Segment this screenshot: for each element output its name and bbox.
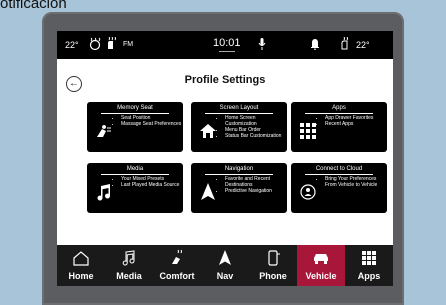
clock: 10:01 <box>213 37 241 49</box>
nav-label: Apps <box>357 271 381 281</box>
music-note-icon <box>122 250 135 266</box>
notification-bell-icon[interactable] <box>310 38 320 52</box>
tile-media[interactable]: Media Your Mixed Presets Last Played Med… <box>87 163 183 213</box>
cloud-profile-icon <box>300 184 316 200</box>
tile-memory-seat[interactable]: Memory Seat Seat Position Massage Seat P… <box>87 102 183 152</box>
tile-connect-cloud[interactable]: Connect to Cloud Bring Your Preferences … <box>291 163 387 213</box>
tile-navigation[interactable]: Navigation Favorite and Recent Destinati… <box>191 163 287 213</box>
seat-heat-icon[interactable] <box>105 36 118 53</box>
nav-label: Vehicle <box>305 271 337 281</box>
nav-comfort[interactable]: Comfort <box>153 245 201 286</box>
seat-heat-right-icon[interactable] <box>339 36 352 53</box>
tile-items: Home Screen Customization Menu Bar Order… <box>217 115 287 139</box>
tile-apps[interactable]: Apps App Drawer Favorites Recent Apps <box>291 102 387 152</box>
caption-text: otificación <box>0 0 67 12</box>
nav-apps[interactable]: Apps <box>345 245 393 286</box>
tile-title: Memory Seat <box>87 105 183 114</box>
nav-phone[interactable]: Phone <box>249 245 297 286</box>
tile-items: Seat Position Massage Seat Preferences <box>113 115 183 127</box>
nav-home[interactable]: Home <box>57 245 105 286</box>
car-icon <box>314 254 328 264</box>
list-item: Home Screen Customization <box>225 115 287 127</box>
nav-media[interactable]: Media <box>105 245 153 286</box>
tile-title: Apps <box>291 105 387 114</box>
list-item: Bring Your Preferences From Vehicle to V… <box>325 176 387 188</box>
bottom-nav-bar: Home Media Comfort Nav Phone Vehicle App… <box>57 245 393 286</box>
temp-left[interactable]: 22° <box>65 40 79 50</box>
time-underline <box>219 51 235 52</box>
microphone-icon[interactable] <box>258 38 266 52</box>
tile-title: Media <box>87 166 183 175</box>
tile-items: Favorite and Recent Destinations Predict… <box>217 176 287 194</box>
nav-label: Phone <box>259 271 287 281</box>
navigation-arrow-icon <box>219 250 231 265</box>
tile-title: Screen Layout <box>191 105 287 114</box>
nav-label: Comfort <box>159 271 195 281</box>
tile-screen-layout[interactable]: Screen Layout Home Screen Customization … <box>191 102 287 152</box>
list-item: Recent Apps <box>325 121 387 127</box>
tile-items: Your Mixed Presets Last Played Media Sou… <box>113 176 183 188</box>
list-item: Favorite and Recent Destinations <box>225 176 287 188</box>
nav-label: Nav <box>216 271 234 281</box>
home-outline-icon <box>73 251 89 266</box>
tile-title: Connect to Cloud <box>291 166 387 175</box>
tile-title: Navigation <box>191 166 287 175</box>
infotainment-screen: 22° FM 10:01 22° ← Profile Settings Memo… <box>57 31 393 286</box>
phone-icon <box>268 250 280 266</box>
tile-items: App Drawer Favorites Recent Apps <box>317 115 387 127</box>
list-item: Predictive Navigation <box>225 188 287 194</box>
seat-heat-icon <box>172 249 182 264</box>
list-item: Status Bar Customization <box>225 133 287 139</box>
page-title: Profile Settings <box>184 74 266 86</box>
nav-label: Media <box>116 271 142 281</box>
nav-vehicle[interactable]: Vehicle <box>297 245 345 286</box>
list-item: Last Played Media Source <box>121 182 183 188</box>
nav-nav[interactable]: Nav <box>201 245 249 286</box>
temp-right[interactable]: 22° <box>356 40 370 50</box>
tile-items: Bring Your Preferences From Vehicle to V… <box>317 176 387 188</box>
radio-band: FM <box>123 41 134 48</box>
steering-heat-icon[interactable] <box>88 37 102 53</box>
nav-label: Home <box>68 271 94 281</box>
status-bar: 22° FM 10:01 22° <box>57 31 393 59</box>
apps-grid-icon <box>362 251 376 265</box>
list-item: Massage Seat Preferences <box>121 121 183 127</box>
